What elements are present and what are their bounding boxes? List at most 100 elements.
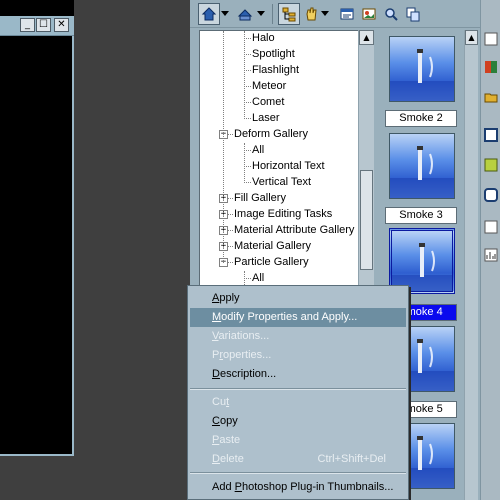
tree-folder[interactable]: Particle Gallery: [234, 254, 309, 270]
home-dropdown[interactable]: [220, 3, 230, 25]
tree-item-label: All: [252, 272, 265, 284]
menu-item-cut[interactable]: Cut: [190, 393, 406, 412]
gallery-tree[interactable]: Halo Spotlight Flashlight Meteor Comet Laser D…: [199, 30, 373, 290]
minimize-button[interactable]: _: [20, 18, 35, 32]
menu-item-add-plugin-thumbnails[interactable]: Add Photoshop Plug-in Thumbnails...: [190, 478, 406, 497]
menu-label: elete: [219, 453, 244, 465]
menu-label-accel: P: [234, 481, 242, 493]
tree-leaf[interactable]: Horizontal Text: [252, 158, 325, 174]
tree-item-label: Material Gallery: [234, 240, 312, 252]
menu-item-variations[interactable]: Variations...: [190, 327, 406, 346]
tree-item-label: Laser: [252, 112, 280, 124]
tree-connector: [228, 198, 233, 199]
menu-label: Add: [212, 481, 235, 493]
maximize-button[interactable]: ☐: [36, 18, 51, 32]
tree-guide-line: [223, 31, 224, 263]
thumbnail-scrollbar[interactable]: ▲: [464, 30, 478, 500]
tree-leaf[interactable]: Halo: [252, 31, 275, 46]
menu-label: operties...: [223, 349, 272, 361]
tree-connector: [228, 262, 233, 263]
thumbnail-image[interactable]: [389, 36, 455, 102]
tree-leaf[interactable]: All: [252, 142, 264, 158]
swatch-icon[interactable]: [484, 158, 498, 172]
details-button[interactable]: [336, 3, 358, 25]
menu-label: opy: [219, 415, 238, 427]
thumbnail-view-button[interactable]: [358, 3, 380, 25]
menu-label-accel: C: [212, 415, 220, 427]
home-button[interactable]: [198, 3, 220, 25]
menu-item-description[interactable]: Description...: [190, 365, 406, 384]
hand-icon: [306, 7, 317, 21]
menu-item-modify-properties[interactable]: Modify Properties and Apply...: [190, 308, 406, 327]
thumbnail-label[interactable]: Smoke 3: [385, 207, 457, 224]
menu-label: odify Properties and Apply...: [221, 311, 358, 323]
tree-folder[interactable]: Material Attribute Gallery: [234, 222, 354, 238]
tree-item-label: Vertical Text: [252, 176, 312, 188]
search-button[interactable]: [380, 3, 402, 25]
menu-label-accel: M: [212, 311, 222, 323]
note-icon[interactable]: [484, 32, 498, 46]
hand-dropdown[interactable]: [320, 3, 330, 25]
tree-scrollbar[interactable]: ▲: [358, 30, 374, 290]
image-canvas[interactable]: [0, 36, 74, 456]
right-tool-strip: [480, 0, 500, 500]
image-window-titlebar[interactable]: _ ☐ ✕: [0, 16, 74, 36]
tree-connector: [228, 214, 233, 215]
tree-connector: [244, 86, 251, 87]
tree-leaf[interactable]: Spotlight: [252, 46, 295, 62]
tree-leaf[interactable]: Flashlight: [252, 62, 299, 78]
tree-folder[interactable]: Material Gallery: [234, 238, 311, 254]
tree-leaf[interactable]: All: [252, 270, 264, 286]
thumbnail-image[interactable]: [389, 133, 455, 199]
histogram-icon[interactable]: [484, 248, 498, 262]
search-icon: [385, 8, 398, 21]
tree-leaf[interactable]: Meteor: [252, 78, 286, 94]
menu-item-paste[interactable]: Paste: [190, 431, 406, 450]
menu-label: hotoshop Plug-in Thumbnails...: [241, 481, 394, 493]
menu-label: pply: [219, 292, 240, 304]
text-icon[interactable]: [484, 220, 498, 234]
scroll-up-arrow[interactable]: ▲: [359, 30, 374, 45]
scroll-up-arrow[interactable]: ▲: [465, 30, 478, 45]
tree-connector: [244, 70, 251, 71]
copy-icon: [406, 7, 420, 22]
context-menu: Apply Modify Properties and Apply... Var…: [187, 285, 409, 500]
tree-view-button[interactable]: [278, 3, 300, 25]
tree-item-label: Particle Gallery: [234, 256, 309, 268]
lighthouse-image: [390, 49, 454, 101]
gallery-dropdown[interactable]: [256, 3, 266, 25]
tree-leaf[interactable]: Vertical Text: [252, 174, 311, 190]
tree-connector: [228, 134, 233, 135]
tree-item-label: Image Editing Tasks: [234, 208, 333, 220]
copy-view-button[interactable]: [402, 3, 424, 25]
tree-leaf[interactable]: Comet: [252, 94, 284, 110]
tree-guide-line: [244, 143, 245, 183]
menu-shortcut: Ctrl+Shift+Del: [317, 453, 386, 465]
lighthouse-image: [390, 146, 454, 198]
tree-connector: [244, 166, 251, 167]
tree-folder[interactable]: Deform Gallery: [234, 126, 308, 142]
menu-item-delete[interactable]: Delete Ctrl+Shift+Del: [190, 450, 406, 469]
layer-icon[interactable]: [484, 188, 498, 202]
tree-connector: [228, 246, 233, 247]
tree-item-label: Fill Gallery: [234, 192, 286, 204]
folder-icon[interactable]: [484, 90, 498, 104]
tree-connector: [244, 118, 251, 119]
gallery-button[interactable]: [234, 3, 256, 25]
tree-scroll-thumb[interactable]: [360, 170, 373, 270]
close-button[interactable]: ✕: [54, 18, 69, 32]
menu-item-apply[interactable]: Apply: [190, 289, 406, 308]
color-icon[interactable]: [484, 60, 498, 74]
thumbnail-label[interactable]: Smoke 2: [385, 110, 457, 127]
tree-item-label: All: [252, 144, 265, 156]
tree-leaf[interactable]: Laser: [252, 110, 280, 126]
tree-folder[interactable]: Image Editing Tasks: [234, 206, 332, 222]
menu-item-properties[interactable]: Properties...: [190, 346, 406, 365]
panel-icon[interactable]: [484, 128, 498, 142]
tree-folder[interactable]: Fill Gallery: [234, 190, 286, 206]
menu-label: ariations...: [218, 330, 270, 342]
menu-label: escription...: [219, 368, 277, 380]
hand-tool-button[interactable]: [300, 3, 322, 25]
menu-item-copy[interactable]: Copy: [190, 412, 406, 431]
gallery-icon: [237, 9, 253, 21]
